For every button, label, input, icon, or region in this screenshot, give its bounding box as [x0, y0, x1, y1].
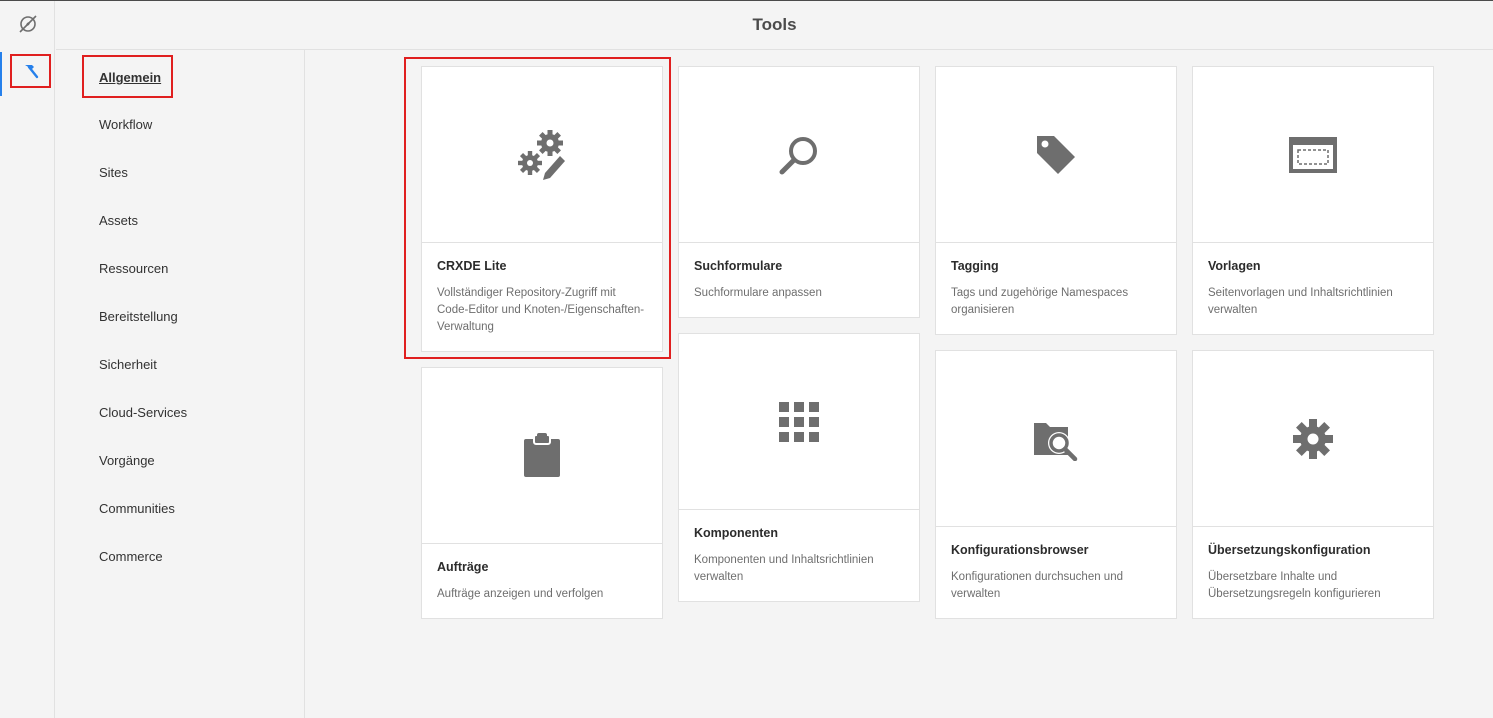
nav-item-assets[interactable]: Assets	[99, 213, 138, 228]
card-konfigurationsbrowser[interactable]: Konfigurationsbrowser Konfigurationen du…	[935, 350, 1177, 619]
card-title: Aufträge	[437, 560, 489, 574]
nav-item-sicherheit[interactable]: Sicherheit	[99, 357, 157, 372]
card-thumbnail	[679, 334, 919, 510]
card-komponenten[interactable]: Komponenten Komponenten und Inhaltsricht…	[678, 333, 920, 602]
card-thumbnail	[1193, 351, 1433, 527]
card-uebersetzungskonfiguration[interactable]: Übersetzungskonfiguration Übersetzbare I…	[1192, 350, 1434, 619]
folder-search-icon	[1032, 417, 1080, 461]
card-description: Seitenvorlagen und Inhaltsrichtlinien ve…	[1208, 287, 1393, 316]
search-icon	[777, 133, 821, 177]
hammer-icon	[21, 62, 41, 80]
card-tagging[interactable]: Tagging Tags und zugehörige Namespaces o…	[935, 66, 1177, 335]
nav-item-vorgaenge[interactable]: Vorgänge	[99, 453, 155, 468]
left-rail	[0, 1, 55, 718]
nav-item-sites[interactable]: Sites	[99, 165, 128, 180]
card-title: Vorlagen	[1208, 259, 1261, 273]
card-description: Suchformulare anpassen	[694, 287, 822, 299]
card-auftraege[interactable]: Aufträge Aufträge anzeigen und verfolgen	[421, 367, 663, 619]
card-thumbnail	[1193, 67, 1433, 243]
card-thumbnail	[679, 67, 919, 243]
gear-icon	[1291, 417, 1335, 461]
card-title: Suchformulare	[694, 259, 783, 273]
card-description: Tags und zugehörige Namespaces organisie…	[951, 287, 1129, 316]
nav-item-commerce[interactable]: Commerce	[99, 549, 163, 564]
card-description: Aufträge anzeigen und verfolgen	[437, 588, 604, 600]
card-suchformulare[interactable]: Suchformulare Suchformulare anpassen	[678, 66, 920, 318]
card-title: CRXDE Lite	[437, 259, 507, 273]
card-title: Tagging	[951, 259, 999, 273]
nav-item-allgemein[interactable]: Allgemein	[99, 70, 161, 85]
card-thumbnail	[422, 67, 662, 243]
card-description: Konfigurationen durchsuchen und verwalte…	[951, 571, 1123, 600]
template-icon	[1289, 135, 1337, 175]
rail-active-indicator	[0, 52, 2, 96]
nav-item-bereitstellung[interactable]: Bereitstellung	[99, 309, 178, 324]
compass-off-icon[interactable]	[17, 13, 39, 35]
page-title: Tools	[752, 15, 797, 34]
category-nav: Allgemein Workflow Sites Assets Ressourc…	[56, 50, 305, 718]
tag-icon	[1034, 133, 1078, 177]
nav-item-communities[interactable]: Communities	[99, 501, 175, 516]
card-thumbnail	[936, 351, 1176, 527]
grid-icon	[779, 401, 819, 442]
tools-rail-button[interactable]	[10, 54, 51, 88]
top-header: Tools	[56, 1, 1493, 50]
card-title: Konfigurationsbrowser	[951, 543, 1089, 557]
card-crxde-lite[interactable]: CRXDE Lite Vollständiger Repository-Zugr…	[421, 66, 663, 352]
card-title: Komponenten	[694, 526, 779, 540]
gears-pencil-icon	[516, 129, 568, 181]
card-description: Vollständiger Repository-Zugriff mit Cod…	[437, 287, 645, 333]
nav-item-workflow[interactable]: Workflow	[99, 117, 152, 132]
nav-item-ressourcen[interactable]: Ressourcen	[99, 261, 168, 276]
clipboard-icon	[522, 432, 562, 479]
nav-item-cloud-services[interactable]: Cloud-Services	[99, 405, 187, 420]
card-description: Komponenten und Inhaltsrichtlinien verwa…	[694, 554, 874, 583]
card-description: Übersetzbare Inhalte und Übersetzungsreg…	[1208, 571, 1381, 600]
card-title: Übersetzungskonfiguration	[1208, 543, 1371, 557]
card-thumbnail	[936, 67, 1176, 243]
card-thumbnail	[422, 368, 662, 544]
card-vorlagen[interactable]: Vorlagen Seitenvorlagen und Inhaltsricht…	[1192, 66, 1434, 335]
